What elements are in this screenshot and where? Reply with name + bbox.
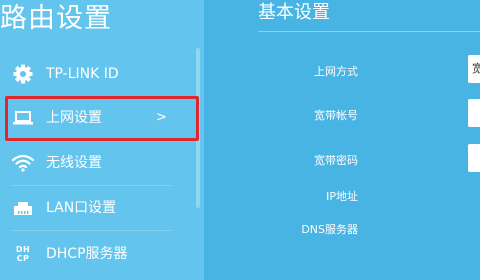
sidebar-item-label: LAN口设置 [46, 200, 117, 216]
wifi-icon [12, 153, 34, 173]
connection-type-select[interactable]: 宽 [468, 55, 480, 83]
dhcp-icon: DHCP [12, 244, 34, 264]
highlight-annotation-box [5, 96, 199, 141]
broadband-password-label: 宽带密码 [314, 154, 358, 167]
dhcp-icon-text: DHCP [15, 245, 31, 263]
ip-address-label: IP地址 [326, 190, 358, 203]
sidebar-item-lan-settings[interactable]: LAN口设置 [10, 186, 172, 231]
page-title: 基本设置 [258, 2, 330, 23]
sidebar-item-label: 无线设置 [46, 155, 102, 171]
broadband-password-input[interactable] [468, 144, 480, 172]
sidebar-title: 路由设置 [0, 3, 112, 34]
main-panel: 基本设置 上网方式 宽 宽带帐号 宽带密码 IP地址 DNS服务器 [204, 0, 480, 280]
sidebar-item-dhcp-server[interactable]: DHCP DHCP服务器 [10, 232, 172, 276]
title-divider [258, 31, 480, 32]
sidebar-item-tp-link-id[interactable]: TP-LINK ID [10, 52, 172, 97]
sidebar-item-wireless-settings[interactable]: 无线设置 [10, 141, 172, 186]
broadband-account-input[interactable] [468, 99, 480, 127]
broadband-account-label: 宽带帐号 [314, 109, 358, 122]
sidebar-item-label: DHCP服务器 [46, 246, 128, 262]
connection-type-label: 上网方式 [314, 65, 358, 78]
gear-icon [12, 64, 34, 84]
sidebar-item-label: TP-LINK ID [46, 66, 119, 82]
lan-port-icon [12, 198, 34, 218]
dns-server-label: DNS服务器 [301, 223, 358, 236]
